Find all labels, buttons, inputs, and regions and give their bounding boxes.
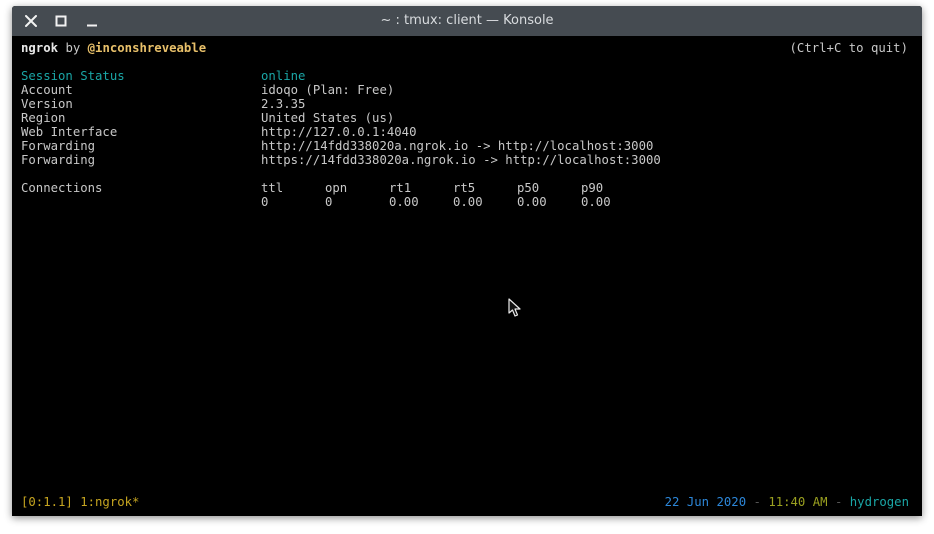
conn-header-p50: p50: [517, 181, 540, 195]
field-label-forwarding-http: Forwarding: [21, 139, 96, 153]
ngrok-author: @inconshreveable: [87, 41, 207, 55]
window-title: ~ : tmux: client — Konsole: [380, 13, 554, 28]
conn-header-p90: p90: [581, 181, 604, 195]
konsole-window: ~ : tmux: client — Konsole ngrok by @inc…: [12, 6, 922, 516]
field-value-web-interface[interactable]: http://127.0.0.1:4040: [261, 125, 416, 139]
tmux-separator: -: [746, 495, 769, 509]
conn-header-rt5: rt5: [453, 181, 476, 195]
tmux-status-right: 22 Jun 2020 - 11:40 AM - hydrogen: [665, 495, 909, 509]
tmux-separator: -: [827, 495, 850, 509]
field-value-version: 2.3.35: [261, 97, 306, 111]
tmux-status-bar: [0:1.1] 1:ngrok* 22 Jun 2020 - 11:40 AM …: [12, 488, 922, 516]
conn-value-p90: 0.00: [581, 195, 611, 209]
mouse-cursor-icon: [508, 298, 522, 318]
connections-label: Connections: [21, 181, 103, 195]
tmux-date: 22 Jun 2020: [664, 495, 747, 509]
tmux-hostname: hydrogen: [849, 495, 909, 509]
quit-hint: (Ctrl+C to quit): [789, 41, 908, 55]
field-label-web-interface: Web Interface: [21, 125, 118, 139]
conn-value-rt1: 0.00: [389, 195, 419, 209]
conn-header-opn: opn: [325, 181, 348, 195]
conn-header-ttl: ttl: [261, 181, 284, 195]
field-label-session-status: Session Status: [21, 69, 125, 83]
field-value-session-status: online: [261, 69, 306, 83]
title-bar[interactable]: ~ : tmux: client — Konsole: [12, 6, 922, 36]
ngrok-header: ngrok by @inconshreveable: [21, 41, 206, 55]
ngrok-brand: ngrok: [21, 41, 59, 55]
tmux-window-list[interactable]: [0:1.1] 1:ngrok*: [21, 495, 139, 509]
field-value-region: United States (us): [261, 111, 395, 125]
field-label-version: Version: [21, 97, 73, 111]
tmux-time: 11:40 AM: [768, 495, 828, 509]
field-label-region: Region: [21, 111, 66, 125]
field-value-forwarding-http[interactable]: http://14fdd338020a.ngrok.io -> http://l…: [261, 139, 653, 153]
conn-value-ttl: 0: [261, 195, 269, 209]
conn-value-rt5: 0.00: [453, 195, 483, 209]
field-value-account: idoqo (Plan: Free): [261, 83, 395, 97]
field-value-forwarding-https[interactable]: https://14fdd338020a.ngrok.io -> http://…: [261, 153, 661, 167]
conn-header-rt1: rt1: [389, 181, 412, 195]
conn-value-p50: 0.00: [517, 195, 547, 209]
conn-value-opn: 0: [325, 195, 333, 209]
field-label-forwarding-https: Forwarding: [21, 153, 96, 167]
terminal-area[interactable]: ngrok by @inconshreveable (Ctrl+C to qui…: [12, 36, 922, 516]
field-label-account: Account: [21, 83, 73, 97]
ngrok-by: by: [65, 41, 81, 55]
